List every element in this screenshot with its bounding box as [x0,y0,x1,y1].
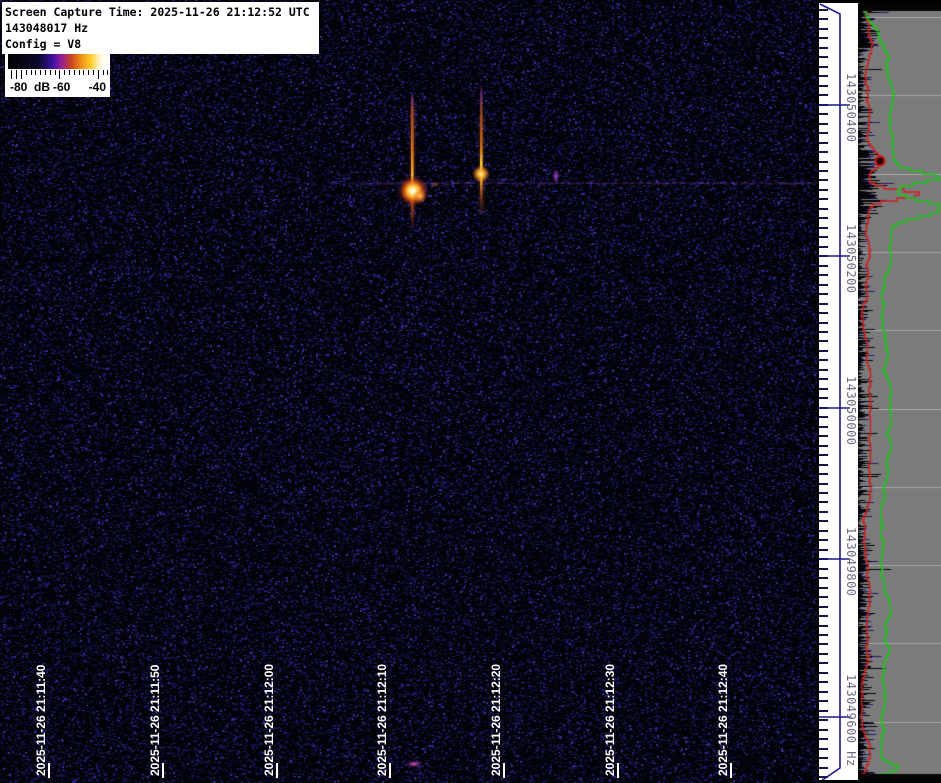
colorbar-tick [31,70,32,75]
frequency-axis-label: 143050200 [844,224,858,294]
colorbar-tick [79,70,80,75]
time-axis-label: 2025-11-26 21:11:40 [34,665,48,776]
colorbar-tick [45,70,46,75]
colorbar-tick [98,70,99,79]
waterfall-scale-divider [817,0,819,783]
colorbar-tick [16,70,17,79]
colorbar-tick [107,70,108,75]
colorbar-ticks [8,70,107,80]
colorbar-label-minus40: -40 [89,80,106,94]
spectrum-panel [858,0,941,783]
colorbar-tick [50,70,51,75]
time-axis-label: 2025-11-26 21:12:10 [375,664,389,776]
colorbar-tick [64,70,65,75]
time-axis-tick [276,763,278,778]
time-axis-tick [617,763,619,778]
colorbar-tick [26,70,27,75]
time-axis-tick [48,763,50,778]
frequency-axis-label: 143050400 [844,73,858,143]
time-axis-label: 2025-11-26 21:12:00 [262,664,276,776]
config-text: Config = V8 [5,36,316,52]
time-axis-tick [389,763,391,778]
colorbar-tick [59,70,60,79]
capture-info-box: Screen Capture Time: 2025-11-26 21:12:52… [2,2,319,54]
colorbar-tick [35,70,36,75]
spectrogram-waterfall [0,0,818,783]
center-frequency-text: 143048017 Hz [5,20,316,36]
colorbar-tick [21,70,22,79]
time-axis-label: 2025-11-26 21:12:30 [603,664,617,776]
colorbar-tick [93,70,94,75]
intensity-colorbar: -80 dB -60 -40 [5,52,110,97]
colorbar-tick [55,70,56,75]
frequency-axis-label: 143049800 [844,527,858,597]
colorbar-tick [69,70,70,75]
colorbar-tick [74,70,75,75]
colorbar-tick [103,70,104,75]
colorbar-tick [11,70,12,79]
frequency-scale: 143050400 143050200 143050000 143049800 1430… [819,0,858,783]
time-axis-label: 2025-11-26 21:11:50 [148,665,162,776]
frequency-axis-label: 143049600 Hz [844,674,858,767]
time-axis-label: 2025-11-26 21:12:40 [716,664,730,776]
app-window: Screen Capture Time: 2025-11-26 21:12:52… [0,0,941,783]
frequency-axis-label: 143050000 [844,376,858,446]
time-axis-tick [730,763,732,778]
colorbar-tick [83,70,84,75]
colorbar-label-db: dB [34,80,50,94]
top-border [817,0,941,3]
colorbar-tick [40,70,41,75]
colorbar-label-minus80: -80 [10,80,27,94]
colorbar-tick [88,70,89,75]
colorbar-gradient [8,54,107,69]
time-axis-tick [162,763,164,778]
colorbar-labels: -80 dB -60 -40 [8,80,107,95]
time-axis-label: 2025-11-26 21:12:20 [489,664,503,776]
time-axis-tick [503,763,505,778]
capture-time-text: Screen Capture Time: 2025-11-26 21:12:52… [5,4,316,20]
colorbar-label-minus60: -60 [53,80,70,94]
